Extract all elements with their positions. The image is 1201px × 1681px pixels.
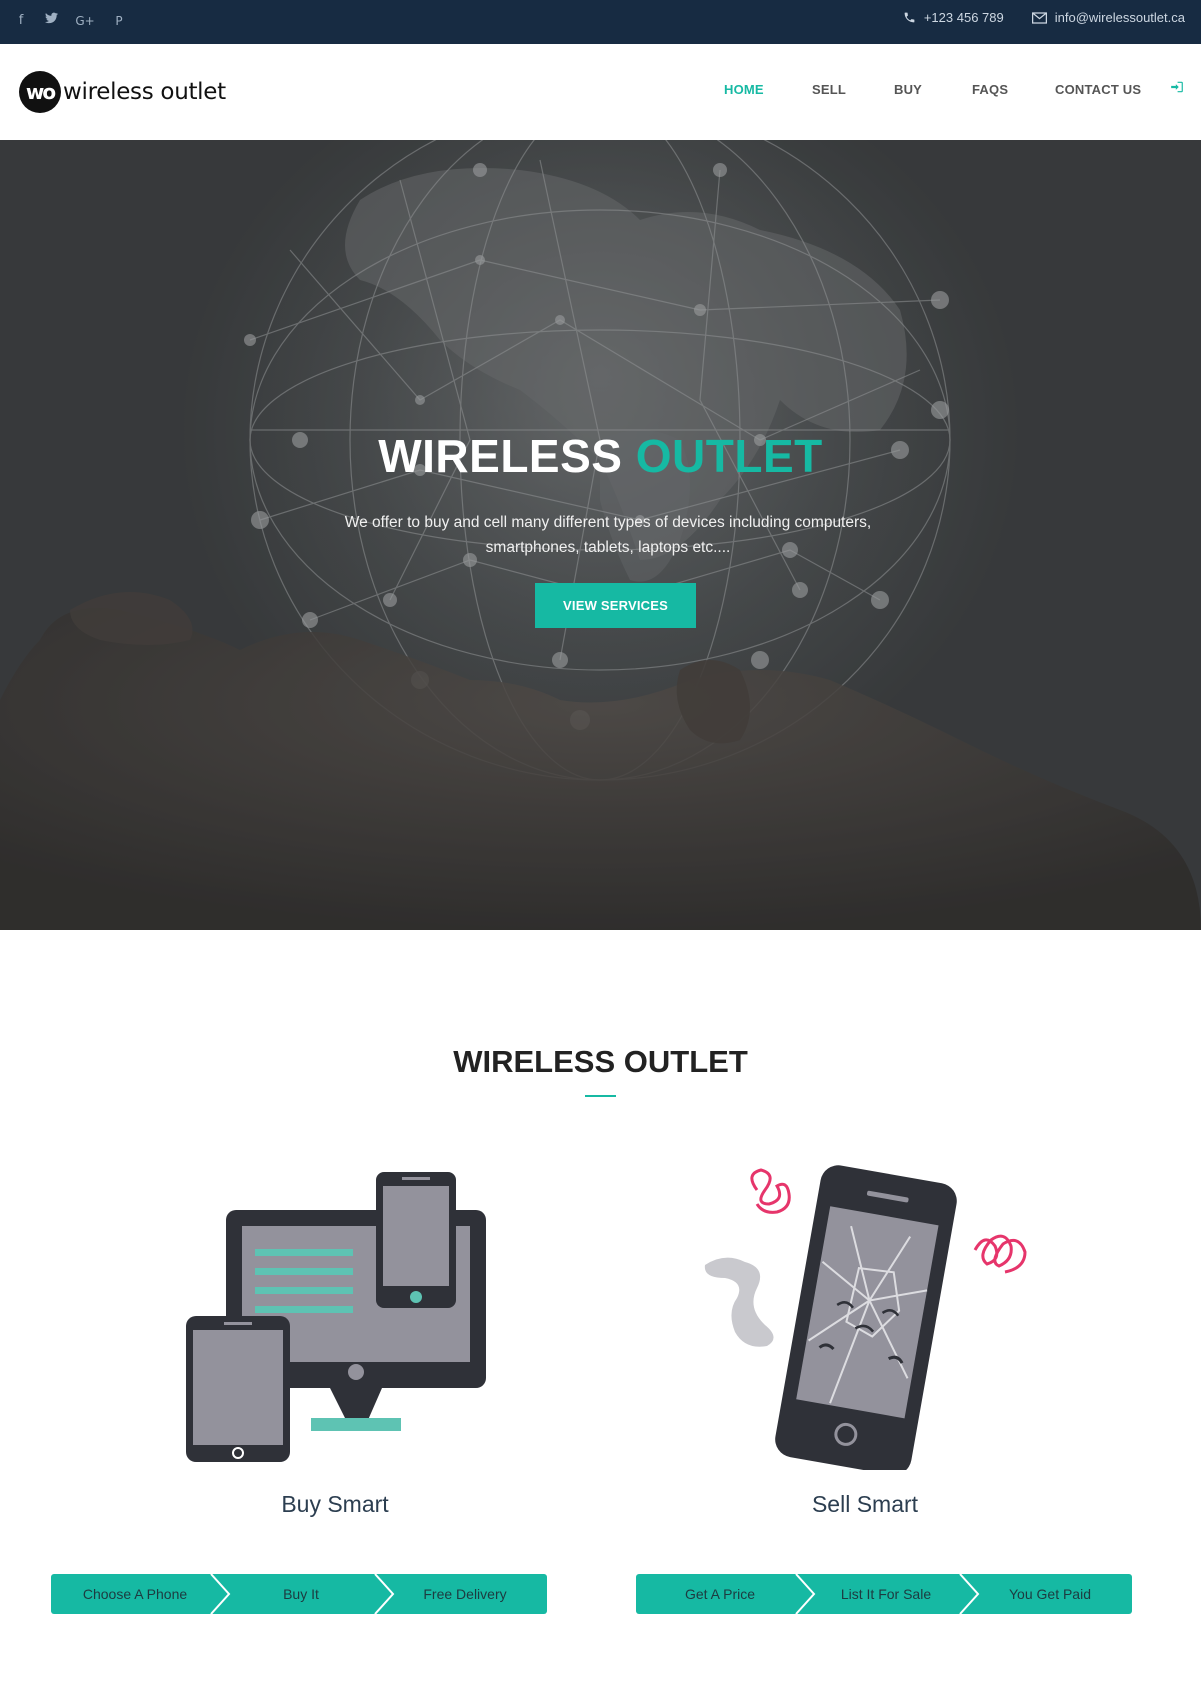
buy-smart-title: Buy Smart — [281, 1491, 389, 1517]
step-free-delivery[interactable]: Free Delivery — [383, 1574, 547, 1614]
view-services-button[interactable]: VIEW SERVICES — [535, 583, 696, 628]
envelope-icon — [1031, 11, 1047, 24]
section-title: WIRELESS OUTLET — [453, 1044, 748, 1079]
main-navbar: wo wireless outlet HOME SELL BUY FAQS CO… — [0, 44, 1201, 140]
hero-banner: WIRELESS OUTLET We offer to buy and cell… — [0, 140, 1201, 930]
step-buy-it[interactable]: Buy It — [219, 1574, 395, 1614]
social-links: f G+ P — [14, 12, 126, 30]
section-divider — [585, 1095, 616, 1097]
facebook-icon[interactable]: f — [14, 12, 28, 30]
nav-contact-us[interactable]: CONTACT US — [1055, 82, 1141, 97]
step-label: Free Delivery — [423, 1586, 507, 1602]
nav-buy[interactable]: BUY — [894, 82, 922, 97]
top-bar: f G+ P +123 456 789 info@wirelessoutlet.… — [0, 0, 1201, 44]
sell-smart-title: Sell Smart — [811, 1491, 919, 1517]
step-label: Get A Price — [684, 1586, 756, 1602]
nav-home[interactable]: HOME — [724, 82, 764, 97]
broken-phone-illustration — [704, 1165, 1027, 1470]
contact-info: +123 456 789 info@wirelessoutlet.ca — [903, 10, 1185, 25]
phone-contact[interactable]: +123 456 789 — [903, 10, 1004, 25]
sign-in-icon[interactable] — [1170, 80, 1184, 99]
devices-illustration — [186, 1172, 486, 1462]
google-plus-icon[interactable]: G+ — [74, 12, 96, 30]
pinterest-icon[interactable]: P — [112, 12, 126, 30]
phone-number: +123 456 789 — [923, 10, 1004, 25]
hero-subtitle: We offer to buy and cell many different … — [344, 514, 872, 556]
step-label: Choose A Phone — [82, 1586, 188, 1602]
step-choose-a-phone[interactable]: Choose A Phone — [51, 1574, 231, 1614]
step-label: You Get Paid — [1009, 1586, 1091, 1602]
step-you-get-paid[interactable]: You Get Paid — [968, 1574, 1132, 1614]
step-label: List It For Sale — [840, 1586, 932, 1602]
step-get-a-price[interactable]: Get A Price — [636, 1574, 816, 1614]
main-menu: HOME SELL BUY FAQS CONTACT US — [0, 82, 1201, 102]
hero-title-accent: OUTLET — [635, 430, 823, 482]
email-address: info@wirelessoutlet.ca — [1054, 10, 1185, 25]
step-label: Buy It — [283, 1586, 319, 1602]
nav-sell[interactable]: SELL — [812, 82, 846, 97]
email-contact[interactable]: info@wirelessoutlet.ca — [1031, 10, 1185, 25]
twitter-icon[interactable] — [44, 12, 58, 30]
phone-icon — [904, 12, 915, 23]
sell-steps-bar: Get A Price List It For Sale You Get Pai… — [636, 1574, 1132, 1614]
hero-title-main: WIRELESS — [378, 430, 623, 482]
step-list-it-for-sale[interactable]: List It For Sale — [804, 1574, 980, 1614]
hero-title: WIRELESS OUTLET — [0, 429, 1201, 483]
nav-faqs[interactable]: FAQS — [972, 82, 1008, 97]
buy-steps-bar: Choose A Phone Buy It Free Delivery — [51, 1574, 547, 1614]
